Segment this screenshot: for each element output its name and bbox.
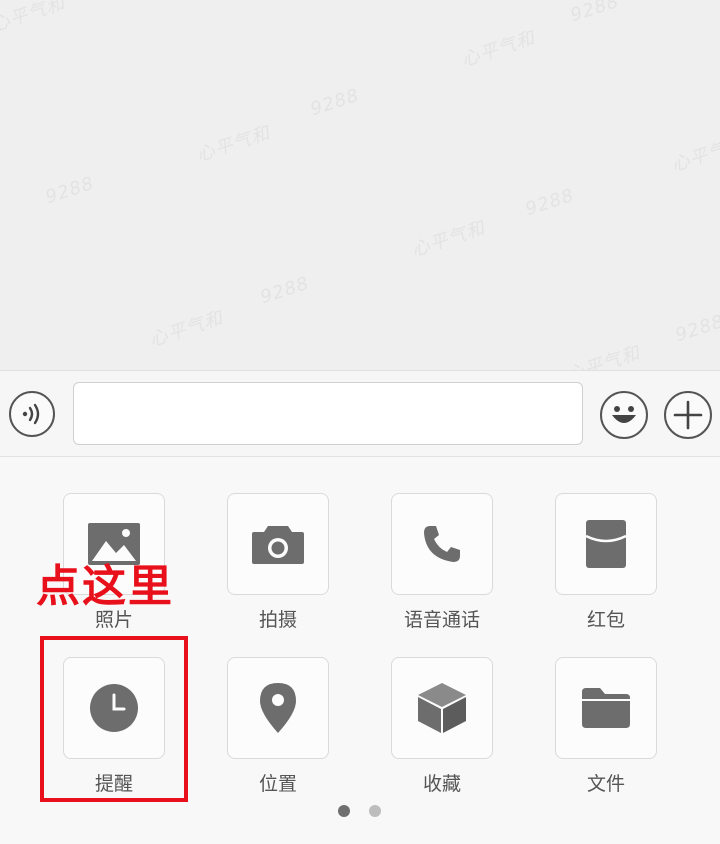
- favorites-button[interactable]: [391, 657, 493, 759]
- red-envelope-label: 红包: [586, 609, 625, 631]
- chat-area: 心平气和 9288 心平气和 9288 心平气和 心平气和 9288 9288 …: [0, 0, 720, 370]
- watermark: 9288: [672, 310, 720, 347]
- watermark: 9288: [567, 0, 622, 27]
- watermark: 9288: [257, 272, 312, 309]
- message-input[interactable]: [73, 382, 583, 445]
- watermark: 心平气和: [147, 307, 226, 352]
- location-pin-icon: [260, 683, 296, 733]
- red-envelope-icon: [585, 520, 627, 568]
- location-button[interactable]: [227, 657, 329, 759]
- watermark: 9288: [522, 184, 577, 221]
- voice-call-label: 语音通话: [403, 609, 480, 631]
- watermark: 心平气和: [194, 122, 273, 167]
- folder-icon: [582, 688, 630, 728]
- file-label: 文件: [586, 773, 625, 795]
- watermark: 心平气和: [0, 0, 68, 37]
- watermark: 心平气和: [564, 342, 643, 370]
- highlight-box: [40, 636, 188, 802]
- camera-button[interactable]: [227, 493, 329, 595]
- plus-icon: [673, 400, 703, 430]
- smiley-icon: [612, 406, 636, 423]
- page-dot-active[interactable]: [338, 805, 350, 817]
- emoji-button[interactable]: [600, 391, 648, 439]
- camera-label: 拍摄: [258, 609, 297, 631]
- cube-icon: [418, 683, 466, 733]
- watermark: 心平气和: [409, 217, 488, 262]
- input-toolbar: [0, 370, 720, 457]
- voice-call-button[interactable]: [391, 493, 493, 595]
- location-label: 位置: [258, 773, 297, 795]
- file-button[interactable]: [555, 657, 657, 759]
- voice-button[interactable]: [9, 391, 55, 437]
- annotation-text: 点这里: [36, 561, 174, 612]
- voice-wave-icon: [22, 403, 40, 425]
- page-dot[interactable]: [369, 805, 381, 817]
- watermark: 心平气和: [459, 27, 538, 72]
- more-button[interactable]: [664, 391, 712, 439]
- watermark: 9288: [42, 172, 97, 209]
- watermark: 心平气和: [669, 132, 720, 177]
- camera-icon: [252, 526, 304, 564]
- watermark: 9288: [307, 84, 362, 121]
- phone-icon: [424, 526, 460, 562]
- favorites-label: 收藏: [422, 773, 461, 795]
- red-envelope-button[interactable]: [555, 493, 657, 595]
